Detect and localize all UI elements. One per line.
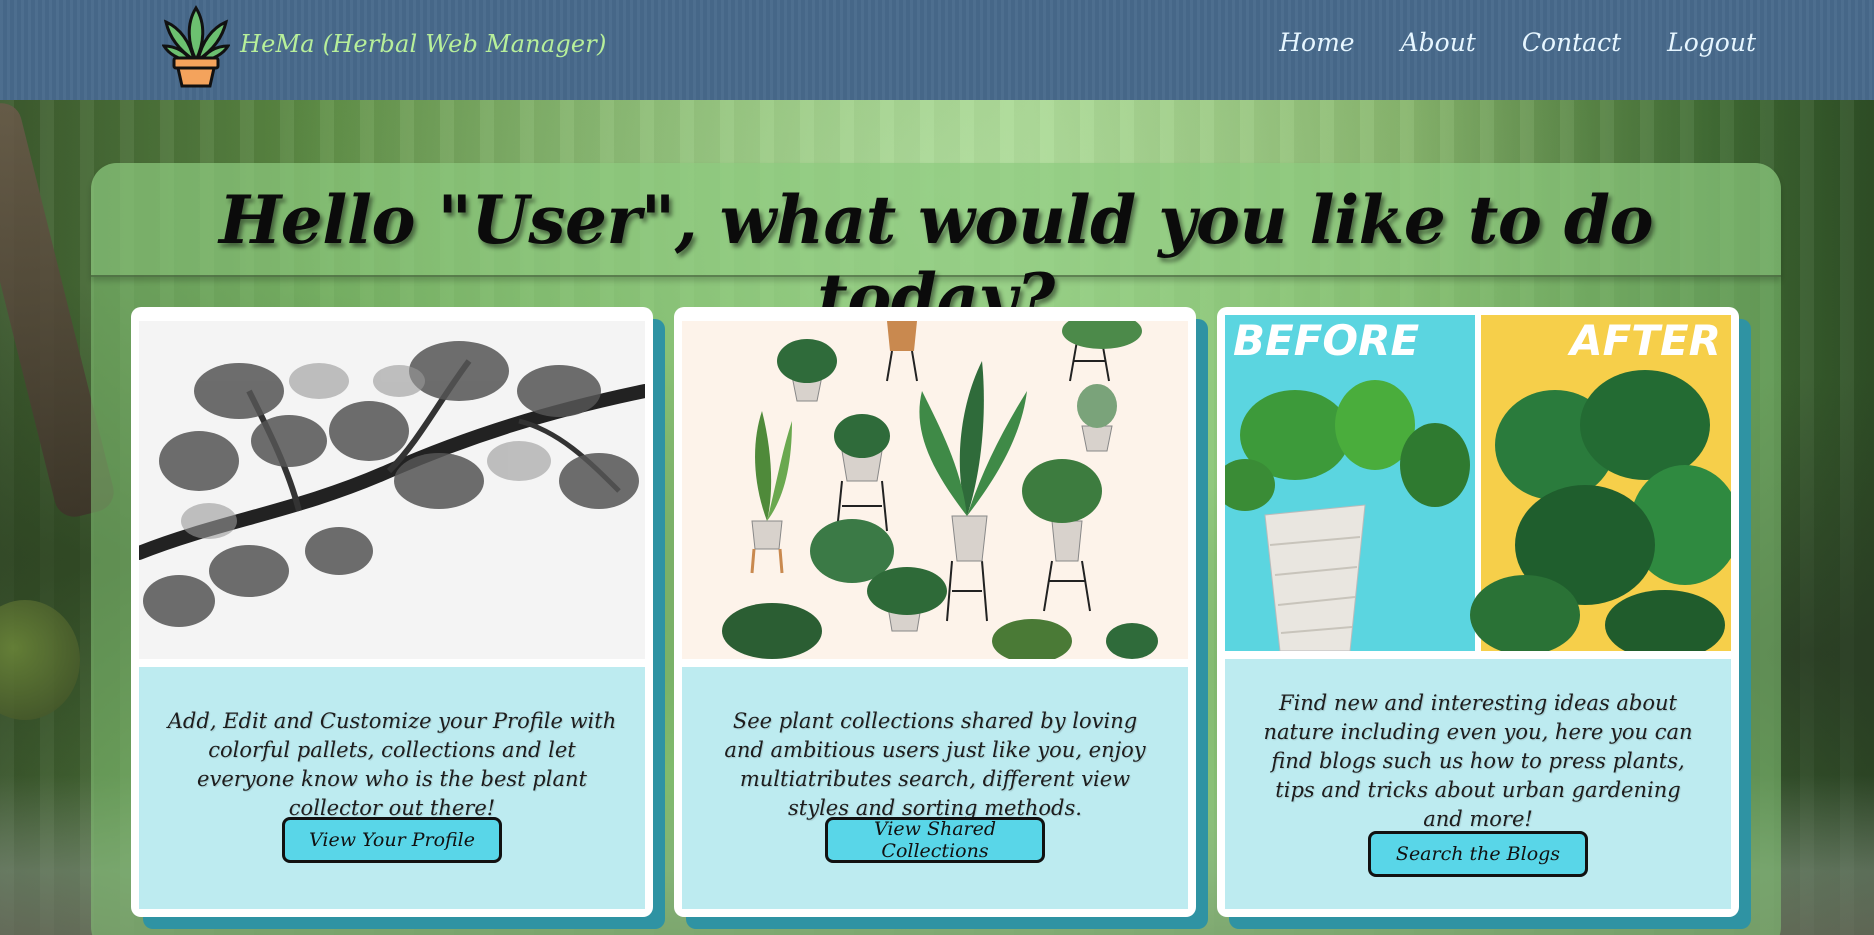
nav-contact-link[interactable]: Contact [1522,28,1621,57]
collections-card-body: See plant collections shared by loving a… [682,667,1188,909]
monstera-before-after-image: BEFORE AFTER [1225,315,1731,651]
profile-card: Add, Edit and Customize your Profile wit… [131,307,653,917]
view-shared-collections-button[interactable]: View Shared Collections [825,817,1045,863]
profile-card-body: Add, Edit and Customize your Profile wit… [139,667,645,909]
profile-card-description: Add, Edit and Customize your Profile wit… [167,709,617,820]
collections-card-description: See plant collections shared by loving a… [724,709,1146,820]
nav-home-link[interactable]: Home [1279,28,1354,57]
sketched-oak-branch-image [139,321,645,659]
blogs-card: BEFORE AFTER Find new and interesting id… [1217,307,1739,917]
headline-band: Hello "User", what would you like to do … [91,163,1781,337]
before-label: BEFORE [1233,316,1419,365]
top-navbar: HeMa (Herbal Web Manager) Home About Con… [0,0,1874,100]
blogs-card-body: Find new and interesting ideas about nat… [1225,659,1731,909]
main-nav: Home About Contact Logout [1279,28,1756,57]
search-blogs-button[interactable]: Search the Blogs [1368,831,1588,877]
after-label: AFTER [1567,316,1721,365]
nav-logout-link[interactable]: Logout [1667,28,1756,57]
blogs-card-description: Find new and interesting ideas about nat… [1263,691,1693,831]
potted-plants-collection-image [682,321,1188,659]
brand-name[interactable]: HeMa (Herbal Web Manager) [240,30,607,58]
view-profile-button[interactable]: View Your Profile [282,817,502,863]
nav-about-link[interactable]: About [1401,28,1476,57]
potted-plant-logo-icon[interactable] [162,4,230,88]
collections-card: See plant collections shared by loving a… [674,307,1196,917]
